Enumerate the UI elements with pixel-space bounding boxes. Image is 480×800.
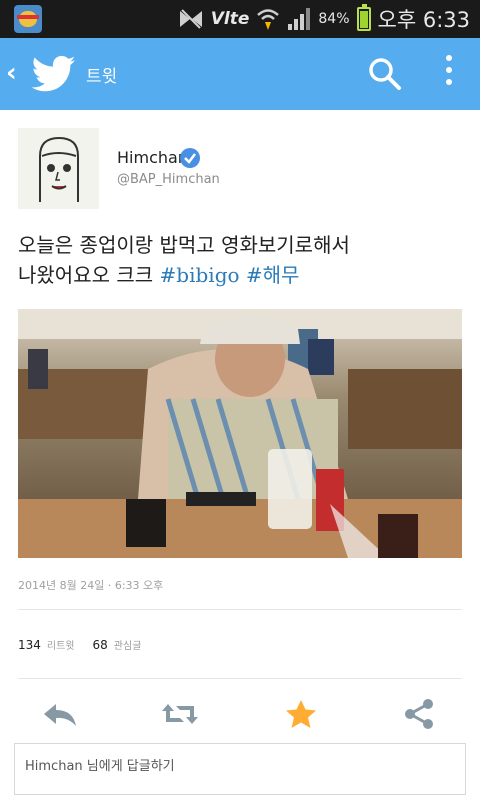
clock: 오후 6:33 bbox=[377, 8, 470, 32]
share-icon[interactable] bbox=[400, 698, 440, 730]
page-title: 트윗 bbox=[86, 67, 118, 87]
status-bar: Vlte 84% 오후 6:33 bbox=[0, 0, 480, 38]
avatar-drawing bbox=[18, 128, 99, 209]
author-handle[interactable]: @BAP_Himchan bbox=[117, 172, 220, 187]
signal-icon bbox=[288, 8, 311, 30]
tweet-text-line: 오늘은 종업이랑 밥먹고 영화보기로해서 bbox=[18, 233, 350, 257]
battery-icon bbox=[356, 4, 371, 31]
divider bbox=[18, 609, 462, 610]
star-icon[interactable] bbox=[281, 698, 321, 730]
reply-box[interactable] bbox=[14, 743, 466, 795]
wifi-icon bbox=[257, 9, 280, 30]
chevron-left-icon[interactable]: ‹ bbox=[6, 58, 17, 88]
tweet-text-segment: 나왔어요오 크크 bbox=[18, 263, 154, 287]
retweet-count[interactable]: 134 bbox=[18, 638, 41, 652]
hashtag-link[interactable]: #해무 bbox=[246, 263, 300, 287]
volte-indicator: Vlte bbox=[210, 9, 250, 29]
reply-input[interactable] bbox=[25, 759, 445, 774]
divider bbox=[18, 678, 462, 679]
verified-badge-icon bbox=[180, 148, 200, 168]
tweet-stats: 134 리트윗 68 관심글 bbox=[18, 637, 159, 652]
twitter-bird-icon[interactable] bbox=[32, 55, 76, 93]
hashtag-link[interactable]: #bibigo bbox=[160, 263, 240, 287]
favorite-count[interactable]: 68 bbox=[93, 638, 108, 652]
overflow-menu-icon[interactable] bbox=[446, 55, 452, 91]
tweet-timestamp: 2014년 8월 24일 · 6:33 오후 bbox=[18, 579, 164, 592]
author-name[interactable]: Himchan bbox=[117, 148, 188, 167]
retweet-icon[interactable] bbox=[160, 698, 200, 730]
tweet-photo[interactable] bbox=[18, 309, 462, 558]
favorite-label[interactable]: 관심글 bbox=[114, 641, 142, 652]
tweet-text-line: 나왔어요오 크크 #bibigo #해무 bbox=[18, 260, 468, 290]
search-icon[interactable] bbox=[368, 57, 402, 91]
tweet-text: 오늘은 종업이랑 밥먹고 영화보기로해서 나왔어요오 크크 #bibigo #해… bbox=[18, 230, 468, 290]
avatar[interactable] bbox=[18, 128, 99, 209]
reply-icon[interactable] bbox=[40, 698, 80, 730]
retweet-label[interactable]: 리트윗 bbox=[47, 641, 75, 652]
game-app-icon bbox=[14, 5, 42, 33]
app-bar: ‹ 트윗 bbox=[0, 38, 480, 110]
mute-icon bbox=[179, 9, 202, 29]
battery-percent: 84% bbox=[318, 11, 350, 27]
